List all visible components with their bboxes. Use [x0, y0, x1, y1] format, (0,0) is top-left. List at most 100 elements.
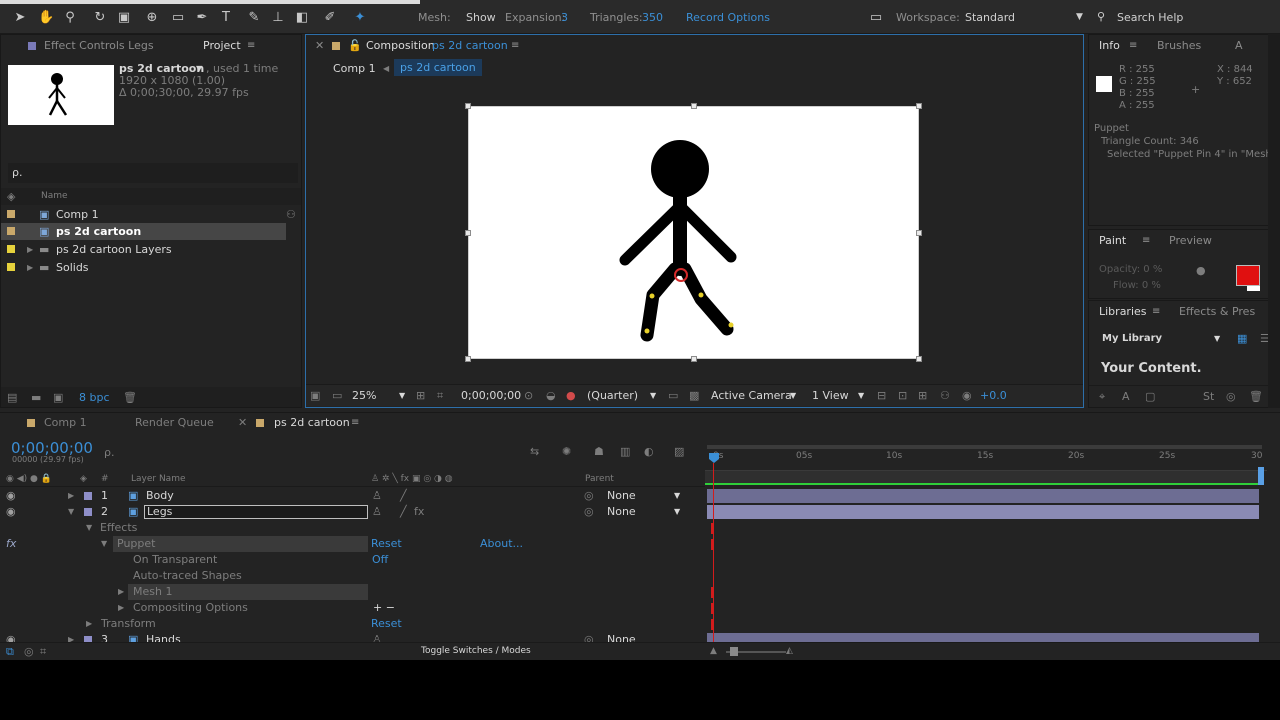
on-transparent-value[interactable]: Off — [372, 552, 388, 568]
table-row[interactable]: ◉ ▼ 2 ▣ Legs ♙ ╱ fx ◎ None ▼ — [0, 504, 705, 520]
pick-whip-icon[interactable]: ◎ — [584, 632, 594, 642]
hand-tool-icon[interactable]: ✋ — [38, 10, 54, 26]
effects-group-row[interactable]: ▼ Effects — [0, 520, 705, 536]
character-style-icon[interactable]: A — [1122, 388, 1130, 405]
layer-handle[interactable] — [916, 103, 922, 109]
timeline-icon[interactable]: ⊞ — [918, 387, 927, 404]
layer-duration-bar-legs[interactable] — [707, 505, 1259, 519]
compositing-options-row[interactable]: ▶ Compositing Options + − — [0, 600, 705, 616]
zoom-in-icon[interactable]: ◭ — [786, 643, 793, 660]
visibility-eye-icon[interactable]: ◉ — [6, 488, 16, 504]
on-transparent-row[interactable]: On Transparent Off — [0, 552, 705, 568]
tab-character[interactable]: A — [1235, 35, 1243, 57]
label-column-icon[interactable]: ◈ — [80, 471, 87, 488]
type-tool-icon[interactable]: T — [218, 10, 234, 26]
resolution-dropdown[interactable]: (Quarter) — [587, 387, 638, 404]
tab-project[interactable]: Project — [203, 35, 241, 57]
search-help-input[interactable]: Search Help — [1117, 11, 1183, 24]
tab-effect-controls[interactable]: Effect Controls Legs — [44, 35, 154, 57]
timeline-menu-icon[interactable]: ≡ — [351, 418, 360, 428]
layer-name-header[interactable]: Layer Name — [131, 471, 186, 488]
lock-icon[interactable]: 🔓 — [348, 35, 362, 57]
show-mesh-checkbox[interactable]: Show — [466, 11, 496, 24]
label-column-icon[interactable]: ◈ — [7, 188, 15, 205]
expand-arrow-icon[interactable]: ▶ — [118, 584, 124, 600]
rectangle-tool-icon[interactable]: ▭ — [170, 10, 186, 26]
flowchart-icon[interactable]: ⚇ — [940, 387, 950, 404]
interpret-footage-icon[interactable]: ▤ — [7, 389, 17, 406]
expand-arrow-icon[interactable]: ▶ — [68, 632, 74, 642]
table-row[interactable]: ◉ ▶ 1 ▣ Body ♙ ╱ ◎ None ▼ — [0, 488, 705, 504]
name-column-header[interactable]: Name — [41, 188, 68, 205]
tab-info[interactable]: Info — [1099, 35, 1120, 57]
expand-arrow-icon[interactable]: ▶ — [118, 600, 124, 616]
reset-effect-button[interactable]: Reset — [371, 536, 402, 552]
mask-visibility-icon[interactable]: ⌗ — [437, 387, 443, 404]
breadcrumb-comp1[interactable]: Comp 1 — [333, 60, 376, 77]
graph-editor-icon[interactable]: ▨ — [674, 443, 684, 460]
workspace-chevron-down-icon[interactable]: ▼ — [1076, 12, 1083, 22]
parent-chevron-icon[interactable]: ▼ — [674, 488, 680, 504]
paint-opacity[interactable]: Opacity: 0 % — [1099, 261, 1162, 278]
collapse-arrow-icon[interactable]: ▼ — [101, 536, 107, 552]
layer-handle[interactable] — [691, 356, 697, 362]
resolution-chevron-icon[interactable]: ▼ — [650, 387, 656, 404]
tab-comp1[interactable]: Comp 1 — [44, 414, 87, 431]
pick-whip-icon[interactable]: ◎ — [584, 488, 594, 504]
snapshot-camera-icon[interactable]: ⊙ — [524, 387, 533, 404]
list-item[interactable]: ▣ Comp 1 ⚇ — [1, 206, 301, 223]
selection-tool-icon[interactable]: ➤ — [12, 10, 28, 26]
label-color-swatch[interactable] — [7, 263, 15, 271]
visibility-eye-icon[interactable]: ◉ — [6, 632, 16, 642]
label-color-swatch[interactable] — [84, 492, 92, 500]
quality-switch-icon[interactable]: ╱ — [400, 488, 407, 504]
pick-whip-icon[interactable]: ◎ — [584, 504, 594, 520]
paint-flow[interactable]: Flow: 0 % — [1113, 277, 1161, 294]
parent-header[interactable]: Parent — [585, 471, 614, 488]
breadcrumb-current[interactable]: ps 2d cartoon — [394, 59, 482, 76]
expand-layer-switches-icon[interactable]: ⧉ — [6, 643, 14, 660]
new-folder-icon[interactable]: ▬ — [31, 389, 41, 406]
tab-current-comp[interactable]: ps 2d cartoon — [274, 414, 350, 431]
list-item[interactable]: ▶ ▬ ps 2d cartoon Layers — [1, 241, 301, 258]
visibility-eye-icon[interactable]: ◉ — [6, 504, 16, 520]
list-item[interactable]: ▶ ▬ Solids — [1, 259, 301, 276]
camera-chevron-icon[interactable]: ▼ — [790, 387, 796, 404]
layer-handle[interactable] — [916, 230, 922, 236]
switches-header-icons[interactable]: ♙ ✲ ╲ fx ▣ ◎ ◑ ◍ — [371, 471, 453, 488]
safe-margins-icon[interactable]: ⊞ — [416, 387, 425, 404]
stock-icon[interactable]: St — [1203, 388, 1214, 405]
composition-tab-label[interactable]: Composition — [366, 35, 435, 57]
layer-handle[interactable] — [691, 103, 697, 109]
about-effect-button[interactable]: About... — [480, 536, 523, 552]
work-area-bar[interactable] — [705, 471, 1260, 485]
zoom-out-icon[interactable]: ▲ — [710, 643, 717, 660]
tab-paint[interactable]: Paint — [1099, 230, 1126, 252]
work-area-navigator[interactable] — [707, 445, 1262, 449]
show-snapshot-icon[interactable]: ◒ — [546, 387, 556, 404]
roto-brush-tool-icon[interactable]: ✐ — [322, 10, 338, 26]
project-search-input[interactable]: ρ. — [8, 163, 298, 183]
current-time-display[interactable]: 0;00;00;00 — [461, 387, 521, 404]
parent-chevron-icon[interactable]: ▼ — [674, 504, 680, 520]
trash-icon[interactable]: 🗑 — [1249, 388, 1263, 405]
layer-handle[interactable] — [916, 356, 922, 362]
zoom-tool-icon[interactable]: ⚲ — [62, 10, 78, 26]
fx-icon[interactable]: fx — [6, 536, 16, 552]
motion-blur-icon[interactable]: ◐ — [644, 443, 654, 460]
shy-switch-icon[interactable]: ♙ — [372, 488, 382, 504]
comp-mini-flowchart-icon[interactable]: ⇆ — [530, 443, 539, 460]
pan-behind-tool-icon[interactable]: ⊕ — [144, 10, 160, 26]
libraries-menu-icon[interactable]: ≡ — [1152, 307, 1161, 317]
collapse-arrow-icon[interactable]: ▼ — [68, 504, 74, 520]
table-row[interactable]: ◉ ▶ 3 ▣ Hands ♙ ◎ None — [0, 632, 705, 642]
expand-arrow-icon[interactable]: ▶ — [68, 488, 74, 504]
quality-switch-icon[interactable]: ╱ — [400, 504, 407, 520]
reset-exposure-icon[interactable]: ◉ — [962, 387, 972, 404]
layer-handle[interactable] — [465, 230, 471, 236]
tab-brushes[interactable]: Brushes — [1157, 35, 1201, 57]
region-of-interest-icon[interactable]: ▭ — [668, 387, 678, 404]
exposure-value[interactable]: +0.0 — [980, 387, 1007, 404]
composition-menu-icon[interactable]: ≡ — [511, 41, 520, 51]
new-composition-icon[interactable]: ▣ — [53, 389, 63, 406]
